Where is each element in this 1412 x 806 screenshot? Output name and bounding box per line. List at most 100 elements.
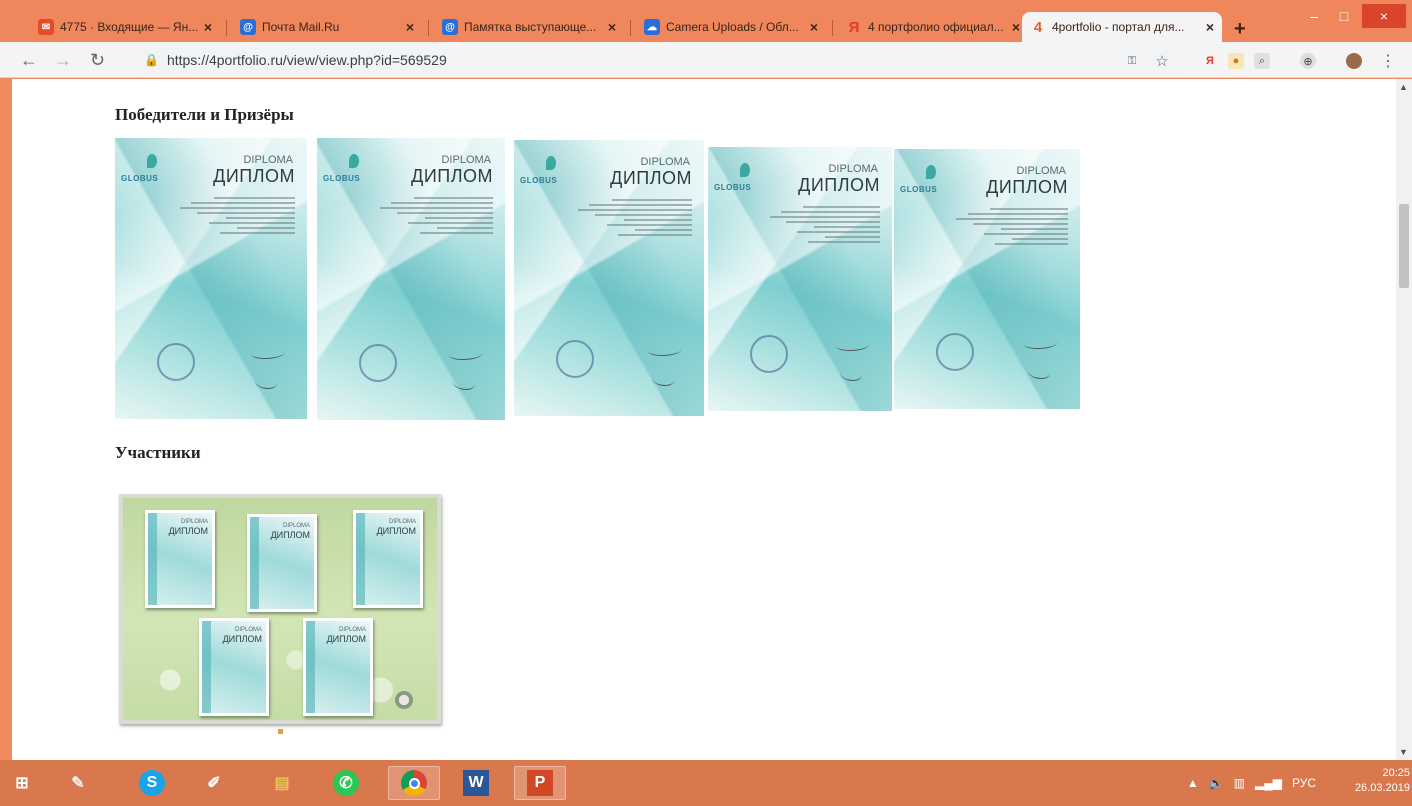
tab-separator <box>226 20 227 36</box>
diploma-heading-ru: ДИПЛОМ <box>411 166 493 186</box>
globus-pin-icon <box>349 154 359 168</box>
tab-mail-ru[interactable]: @ Почта Mail.Ru × <box>232 12 422 42</box>
avatar[interactable] <box>1346 53 1362 69</box>
word-app-icon[interactable]: W <box>458 766 494 800</box>
globus-pin-icon <box>740 163 750 177</box>
scrollbar-thumb[interactable] <box>1399 204 1409 288</box>
back-icon[interactable]: ← <box>20 50 38 71</box>
chrome-app-icon[interactable] <box>388 766 440 800</box>
yandex-icon: Я <box>848 18 860 36</box>
tab-4portfolio-active[interactable]: 4 4portfolio - портал для... × <box>1022 12 1222 42</box>
lock-icon: 🔒 <box>144 53 159 67</box>
mail-ru-icon: @ <box>240 19 256 35</box>
diploma-heading-en: DIPLOMA <box>1016 165 1066 177</box>
clock-time: 20:25 <box>1382 767 1410 779</box>
close-tab-icon[interactable]: × <box>1012 19 1020 35</box>
bookmark-star-icon[interactable]: ☆ <box>1154 53 1170 70</box>
menu-icon[interactable]: ⋮ <box>1380 53 1396 70</box>
mail-ru-icon: @ <box>442 19 458 35</box>
scroll-up-icon[interactable]: ▲ <box>1399 82 1408 92</box>
globus-pin-icon <box>546 156 556 170</box>
participants-collage-image[interactable]: DIPLOMA ДИПЛОМ DIPLOMA ДИПЛОМ DIPLOMA ДИПЛО… <box>119 494 441 724</box>
address-bar: ← → ↻ 🔒 https://4portfolio.ru/view/view.… <box>0 42 1412 78</box>
show-hidden-icons-icon[interactable]: ▲ <box>1187 776 1199 790</box>
tab-camera-uploads[interactable]: ☁ Camera Uploads / Обл... × <box>636 12 826 42</box>
close-window-button[interactable]: × <box>1362 4 1406 28</box>
network-icon[interactable]: ▥ <box>1234 776 1245 790</box>
globus-logo: GLOBUS <box>900 185 938 194</box>
pen-app-icon[interactable]: ✐ <box>196 766 232 800</box>
mini-diploma: DIPLOMA ДИПЛОМ <box>145 510 215 608</box>
mini-diploma: DIPLOMA ДИПЛОМ <box>199 618 269 716</box>
mini-diploma: DIPLOMA ДИПЛОМ <box>353 510 423 608</box>
diploma-heading-ru: ДИПЛОМ <box>213 166 295 186</box>
url-text: https://4portfolio.ru/view/view.php?id=5… <box>166 52 447 68</box>
extension-icon[interactable]: ⊕ <box>1300 53 1316 69</box>
globus-logo: GLOBUS <box>714 183 752 192</box>
clock[interactable]: 20:25 26.03.2019 <box>1320 766 1412 796</box>
globus-logo: GLOBUS <box>520 176 558 185</box>
4portfolio-icon: 4 <box>1033 18 1043 36</box>
diploma-image[interactable]: GLOBUS DIPLOMA ДИПЛОМ <box>115 138 307 419</box>
yandex-mail-icon: ✉ <box>38 19 54 35</box>
start-button[interactable]: ⊞ <box>4 766 40 800</box>
url-field[interactable]: 🔒 https://4portfolio.ru/view/view.php?id… <box>132 46 1192 74</box>
powerpoint-app-icon[interactable]: P <box>514 766 566 800</box>
volume-icon[interactable]: 🔈 <box>1209 776 1224 790</box>
close-tab-icon[interactable]: × <box>204 19 212 35</box>
key-icon[interactable]: ⚿ <box>1124 53 1140 69</box>
seal-icon <box>556 340 594 378</box>
minimize-button[interactable]: – <box>1300 4 1328 28</box>
winners-heading: Победители и Призёры <box>115 105 294 124</box>
page-content: Победители и Призёры GLOBUS DIPLOMA ДИПЛ… <box>12 79 1396 760</box>
diploma-image[interactable]: GLOBUS DIPLOMA ДИПЛОМ <box>708 147 892 411</box>
close-tab-icon[interactable]: × <box>1206 19 1214 35</box>
carousel-dot[interactable] <box>278 729 283 734</box>
participants-heading: Участники <box>115 443 201 462</box>
scroll-down-icon[interactable]: ▼ <box>1399 747 1408 757</box>
globus-pin-icon <box>147 154 157 168</box>
language-indicator[interactable]: РУС <box>1292 776 1316 790</box>
close-tab-icon[interactable]: × <box>810 19 818 35</box>
browser-tab-bar: ✉ 4775 · Входящие — Ян... × @ Почта Mail… <box>0 0 1412 42</box>
mini-diploma: DIPLOMA ДИПЛОМ <box>303 618 373 716</box>
yandex-extension-icon[interactable]: Я <box>1202 53 1218 69</box>
tab-4portfolio-official[interactable]: Я 4 портфолио официал... × <box>838 12 1028 42</box>
search-extension-icon[interactable]: ⌕ <box>1254 53 1270 69</box>
skype-app-icon[interactable]: S <box>134 766 170 800</box>
diploma-heading-ru: ДИПЛОМ <box>610 168 692 188</box>
diploma-heading-ru: ДИПЛОМ <box>986 177 1068 197</box>
new-tab-button[interactable]: + <box>1234 18 1246 41</box>
tab-separator <box>832 20 833 36</box>
diploma-heading-en: DIPLOMA <box>828 163 878 175</box>
seal-icon <box>750 335 788 373</box>
paint-app-icon[interactable]: ✎ <box>60 766 96 800</box>
extension-icon[interactable]: ● <box>1228 53 1244 69</box>
maximize-button[interactable]: □ <box>1330 4 1358 28</box>
globus-logo: GLOBUS <box>121 174 159 183</box>
tab-separator <box>428 20 429 36</box>
scrollbar[interactable]: ▲ ▼ <box>1396 79 1412 760</box>
globus-pin-icon <box>926 165 936 179</box>
system-tray: ▲ 🔈 ▥ ▂▄▆ РУС <box>1187 776 1316 790</box>
whatsapp-app-icon[interactable]: ✆ <box>328 766 364 800</box>
diploma-text-lines <box>179 194 295 237</box>
close-tab-icon[interactable]: × <box>406 19 414 35</box>
mini-diploma: DIPLOMA ДИПЛОМ <box>247 514 317 612</box>
globus-logo: GLOBUS <box>323 174 361 183</box>
forward-icon[interactable]: → <box>54 50 72 71</box>
diploma-image[interactable]: GLOBUS DIPLOMA ДИПЛОМ <box>514 140 704 416</box>
diploma-heading-ru: ДИПЛОМ <box>798 175 880 195</box>
diploma-image[interactable]: GLOBUS DIPLOMA ДИПЛОМ <box>894 149 1080 409</box>
diploma-text-lines <box>578 196 692 239</box>
signal-icon[interactable]: ▂▄▆ <box>1255 776 1282 790</box>
collage-decoration <box>395 691 413 709</box>
seal-icon <box>157 343 195 381</box>
diploma-image[interactable]: GLOBUS DIPLOMA ДИПЛОМ <box>317 138 505 420</box>
clock-date: 26.03.2019 <box>1354 782 1410 794</box>
tab-yandex-mail[interactable]: ✉ 4775 · Входящие — Ян... × <box>30 12 220 42</box>
tab-memo[interactable]: @ Памятка выступающе... × <box>434 12 624 42</box>
reload-icon[interactable]: ↻ <box>90 50 105 71</box>
file-explorer-icon[interactable]: ▤ <box>264 766 300 800</box>
close-tab-icon[interactable]: × <box>608 19 616 35</box>
